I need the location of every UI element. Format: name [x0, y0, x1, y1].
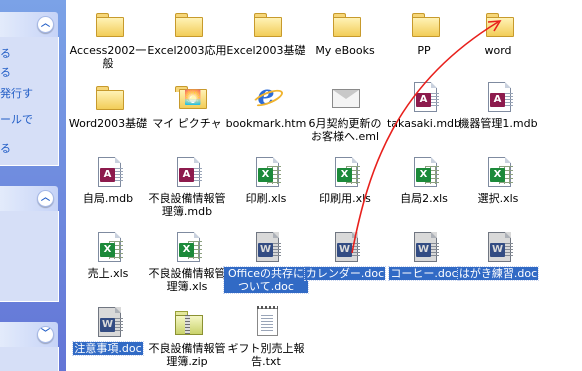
file-label: 不良設備情報管理簿.xls — [148, 267, 226, 293]
file-label: カレンダー.doc — [303, 266, 387, 281]
access-file-icon: A — [91, 155, 125, 189]
excel-file-icon: X — [249, 155, 283, 189]
task-pane: ︿ る る 発行す ールで る ︿ ﹀ — [0, 0, 66, 371]
file-label: 不良設備情報管理簿.zip — [148, 342, 226, 368]
word-file-icon: W — [91, 305, 125, 339]
file-label: コーヒー.doc — [388, 266, 460, 281]
file-item-word[interactable]: W 注意事項.doc — [66, 305, 150, 356]
file-label: はがき練習.doc — [456, 266, 540, 281]
file-item-access[interactable]: A 自局.mdb — [66, 155, 150, 205]
file-item-text[interactable]: ギフト別売上報告.txt — [224, 305, 308, 368]
file-item-html[interactable]: e bookmark.htm — [224, 80, 308, 130]
file-item-folder[interactable]: PP — [382, 7, 466, 57]
file-item-pictures-folder[interactable]: マイ ピクチャ — [145, 80, 229, 130]
task-link[interactable]: 発行す — [0, 87, 33, 101]
file-item-access[interactable]: A 不良設備情報管理簿.mdb — [145, 155, 229, 218]
file-view: Access2002一般 Excel2003応用 Excel2003基礎 My … — [66, 0, 582, 371]
task-pane-section-header[interactable]: ︿ — [0, 12, 58, 37]
file-item-zip[interactable]: 不良設備情報管理簿.zip — [145, 305, 229, 368]
file-item-email[interactable]: 6月契約更新のお客様へ.eml — [303, 80, 387, 143]
file-item-word[interactable]: W Officeの共存について.doc — [223, 230, 309, 294]
task-pane-section-header[interactable]: ︿ — [0, 186, 58, 211]
word-file-icon: W — [328, 230, 362, 264]
file-label: 売上.xls — [87, 267, 129, 280]
excel-file-icon: X — [91, 230, 125, 264]
file-item-excel[interactable]: X 売上.xls — [66, 230, 150, 280]
envelope-icon — [328, 80, 362, 114]
file-label: 6月契約更新のお客様へ.eml — [308, 117, 382, 143]
task-pane-section-body — [0, 347, 59, 371]
file-label: word — [484, 44, 512, 57]
word-file-icon: W — [481, 230, 515, 264]
collapse-icon[interactable]: ︿ — [37, 190, 54, 207]
file-label: Access2002一般 — [69, 44, 147, 70]
file-label: 自局.mdb — [82, 192, 134, 205]
file-item-folder[interactable]: Excel2003応用 — [145, 7, 229, 57]
notepad-file-icon — [249, 305, 283, 339]
folder-icon — [170, 7, 204, 41]
file-item-excel[interactable]: X 選択.xls — [456, 155, 540, 205]
file-label: ギフト別売上報告.txt — [227, 342, 305, 368]
file-item-access[interactable]: A takasaki.mdb — [382, 80, 466, 130]
excel-file-icon: X — [407, 155, 441, 189]
file-item-excel[interactable]: X 自局2.xls — [382, 155, 466, 205]
file-item-folder[interactable]: Access2002一般 — [66, 7, 150, 70]
word-file-icon: W — [249, 230, 283, 264]
file-item-excel[interactable]: X 印刷.xls — [224, 155, 308, 205]
file-item-folder[interactable]: Excel2003基礎 — [224, 7, 308, 57]
task-pane-section-header[interactable]: ﹀ — [0, 322, 58, 347]
task-pane-section-body — [0, 211, 59, 302]
zip-folder-icon — [170, 305, 204, 339]
file-item-word[interactable]: W コーヒー.doc — [382, 230, 466, 281]
file-label: マイ ピクチャ — [152, 117, 222, 130]
file-item-folder[interactable]: My eBooks — [303, 7, 387, 57]
pictures-folder-icon — [170, 80, 207, 114]
file-label: Word2003基礎 — [68, 117, 148, 130]
file-label: 不良設備情報管理簿.mdb — [148, 192, 226, 218]
file-label: 印刷用.xls — [319, 192, 371, 205]
file-label: Officeの共存について.doc — [223, 266, 309, 294]
file-label: Excel2003応用 — [147, 44, 227, 57]
folder-icon — [407, 7, 441, 41]
access-file-icon: A — [170, 155, 204, 189]
excel-file-icon: X — [170, 230, 204, 264]
file-item-folder[interactable]: word — [456, 7, 540, 57]
file-label: Excel2003基礎 — [226, 44, 306, 57]
task-pane-section-body: る る 発行す ールで る — [0, 37, 59, 166]
word-file-icon: W — [407, 230, 441, 264]
task-link[interactable]: る — [0, 66, 11, 80]
file-label: bookmark.htm — [225, 117, 307, 130]
file-item-word[interactable]: W カレンダー.doc — [303, 230, 387, 281]
excel-file-icon: X — [481, 155, 515, 189]
folder-icon — [91, 7, 125, 41]
file-item-folder[interactable]: Word2003基礎 — [66, 80, 150, 130]
task-link[interactable]: ールで — [0, 113, 33, 127]
task-link[interactable]: る — [0, 142, 11, 156]
file-label: PP — [417, 44, 431, 57]
file-item-access[interactable]: A 機器管理1.mdb — [456, 80, 540, 130]
excel-file-icon: X — [328, 155, 362, 189]
folder-icon — [91, 80, 125, 114]
task-link[interactable]: る — [0, 47, 11, 61]
file-label: My eBooks — [315, 44, 375, 57]
folder-icon — [481, 7, 515, 41]
file-item-excel[interactable]: X 印刷用.xls — [303, 155, 387, 205]
file-item-excel[interactable]: X 不良設備情報管理簿.xls — [145, 230, 229, 293]
folder-icon — [249, 7, 283, 41]
expand-icon[interactable]: ﹀ — [37, 326, 54, 343]
file-label: 機器管理1.mdb — [458, 117, 538, 130]
file-label: 選択.xls — [477, 192, 519, 205]
internet-explorer-icon: e — [249, 80, 283, 114]
file-label: 印刷.xls — [245, 192, 287, 205]
folder-icon — [328, 7, 362, 41]
file-item-word[interactable]: W はがき練習.doc — [456, 230, 540, 281]
collapse-icon[interactable]: ︿ — [37, 16, 54, 33]
access-file-icon: A — [481, 80, 515, 114]
file-label: 自局2.xls — [400, 192, 448, 205]
access-file-icon: A — [407, 80, 441, 114]
file-label: takasaki.mdb — [386, 117, 462, 130]
file-label: 注意事項.doc — [72, 341, 144, 356]
